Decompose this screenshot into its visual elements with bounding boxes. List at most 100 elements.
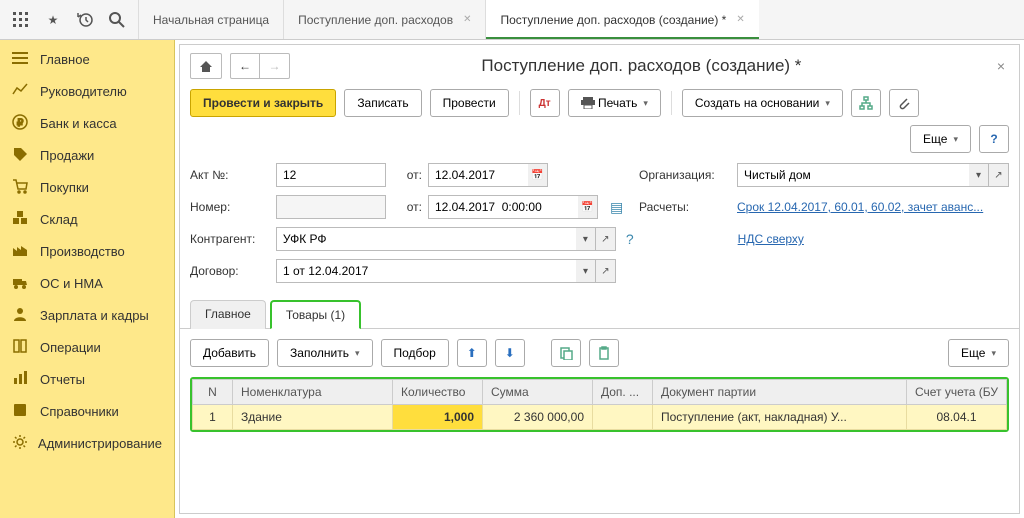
form-tabs: Главное Товары (1) (180, 299, 1019, 329)
create-on-basis-button[interactable]: Создать на основании▾ (682, 89, 843, 117)
close-icon[interactable]: ✕ (463, 14, 471, 25)
col-acct[interactable]: Счет учета (БУ (907, 380, 1007, 405)
cell-dop[interactable] (593, 405, 653, 430)
sidebar-item-operations[interactable]: Операции (0, 331, 174, 363)
sidebar-item-warehouse[interactable]: Склад (0, 203, 174, 235)
sidebar-item-sales[interactable]: Продажи (0, 139, 174, 171)
close-icon[interactable]: ✕ (736, 14, 744, 25)
top-toolbar: ★ Начальная страница Поступление доп. ра… (0, 0, 1024, 40)
organization-label: Организация: (639, 168, 729, 182)
sidebar: Главное Руководителю ₽Банк и касса Прода… (0, 40, 175, 518)
subtab-goods[interactable]: Товары (1) (270, 300, 361, 329)
post-button[interactable]: Провести (430, 89, 509, 117)
select-button[interactable]: Подбор (381, 339, 449, 367)
chart-icon (12, 82, 30, 100)
cell-sum[interactable]: 2 360 000,00 (483, 405, 593, 430)
col-nomen[interactable]: Номенклатура (233, 380, 393, 405)
cell-qty[interactable]: 1,000 (393, 405, 483, 430)
attach-button[interactable] (889, 89, 919, 117)
sidebar-item-admin[interactable]: Администрирование (0, 427, 174, 459)
movements-button[interactable]: Дт (530, 89, 560, 117)
cell-doc[interactable]: Поступление (акт, накладная) У... (653, 405, 907, 430)
calendar-icon[interactable]: 📅 (578, 195, 598, 219)
svg-text:₽: ₽ (17, 118, 24, 129)
search-icon[interactable] (108, 11, 126, 29)
factory-icon (12, 242, 30, 260)
post-and-close-button[interactable]: Провести и закрыть (190, 89, 336, 117)
sidebar-item-main[interactable]: Главное (0, 40, 174, 75)
tab-start-page[interactable]: Начальная страница (138, 0, 283, 39)
tag-icon (12, 146, 30, 164)
chevron-down-icon[interactable]: ▾ (969, 163, 989, 187)
move-up-button[interactable]: ⬆ (457, 339, 487, 367)
star-icon[interactable]: ★ (44, 11, 62, 29)
move-down-button[interactable]: ⬇ (495, 339, 525, 367)
calculations-link[interactable]: Срок 12.04.2017, 60.01, 60.02, зачет ава… (737, 200, 1009, 214)
help-icon[interactable]: ? (626, 231, 634, 247)
paste-button[interactable] (589, 339, 619, 367)
from-label-2: от: (392, 200, 422, 214)
open-icon[interactable]: ↗ (596, 227, 616, 251)
document-form: Акт №: от: 📅 Организация: ▾ ↗ (180, 163, 1019, 299)
history-icon[interactable] (76, 11, 94, 29)
save-button[interactable]: Записать (344, 89, 421, 117)
goods-table: N Номенклатура Количество Сумма Доп. ...… (190, 377, 1009, 432)
close-button[interactable]: × (993, 58, 1009, 74)
act-number-input[interactable] (276, 163, 386, 187)
calculations-label: Расчеты: (639, 200, 729, 214)
number-date-input[interactable] (428, 195, 578, 219)
tab-additional-costs[interactable]: Поступление доп. расходов✕ (283, 0, 485, 39)
goods-more-button[interactable]: Еще▾ (948, 339, 1009, 367)
table-row[interactable]: 1 Здание 1,000 2 360 000,00 Поступление … (193, 405, 1007, 430)
col-doc[interactable]: Документ партии (653, 380, 907, 405)
cell-nomen[interactable]: Здание (233, 405, 393, 430)
sidebar-item-manager[interactable]: Руководителю (0, 75, 174, 107)
sidebar-item-catalogs[interactable]: Справочники (0, 395, 174, 427)
hint-icon[interactable]: ▤ (610, 199, 623, 216)
gear-icon (12, 434, 28, 452)
sidebar-item-production[interactable]: Производство (0, 235, 174, 267)
sidebar-item-bank[interactable]: ₽Банк и касса (0, 107, 174, 139)
fill-button[interactable]: Заполнить▾ (277, 339, 372, 367)
chevron-down-icon[interactable]: ▾ (576, 259, 596, 283)
copy-button[interactable] (551, 339, 581, 367)
menu-icon (12, 50, 30, 68)
ruble-icon: ₽ (12, 114, 30, 132)
cell-acct[interactable]: 08.04.1 (907, 405, 1007, 430)
subtab-main[interactable]: Главное (190, 300, 266, 329)
sidebar-item-purchases[interactable]: Покупки (0, 171, 174, 203)
sidebar-item-assets[interactable]: ОС и НМА (0, 267, 174, 299)
col-n[interactable]: N (193, 380, 233, 405)
print-button[interactable]: Печать▾ (568, 89, 661, 117)
col-qty[interactable]: Количество (393, 380, 483, 405)
open-icon[interactable]: ↗ (596, 259, 616, 283)
cell-n[interactable]: 1 (193, 405, 233, 430)
forward-button[interactable]: → (260, 53, 290, 79)
bars-icon (12, 370, 30, 388)
apps-icon[interactable] (12, 11, 30, 29)
chevron-down-icon[interactable]: ▾ (576, 227, 596, 251)
act-date-input[interactable] (428, 163, 528, 187)
main-toolbar: Провести и закрыть Записать Провести Дт … (180, 85, 1019, 163)
home-button[interactable] (190, 53, 222, 79)
back-button[interactable]: ← (230, 53, 260, 79)
tab-additional-costs-create[interactable]: Поступление доп. расходов (создание) *✕ (485, 0, 758, 39)
counterparty-label: Контрагент: (190, 232, 270, 246)
sidebar-item-reports[interactable]: Отчеты (0, 363, 174, 395)
sidebar-item-hr[interactable]: Зарплата и кадры (0, 299, 174, 331)
col-dop[interactable]: Доп. ... (593, 380, 653, 405)
calendar-icon[interactable]: 📅 (528, 163, 548, 187)
counterparty-input[interactable] (276, 227, 576, 251)
organization-input[interactable] (737, 163, 969, 187)
open-icon[interactable]: ↗ (989, 163, 1009, 187)
add-button[interactable]: Добавить (190, 339, 269, 367)
page-title: Поступление доп. расходов (создание) * (298, 56, 985, 76)
relations-button[interactable] (851, 89, 881, 117)
more-button[interactable]: Еще▾ (910, 125, 971, 153)
help-button[interactable]: ? (979, 125, 1009, 153)
contract-input[interactable] (276, 259, 576, 283)
number-input[interactable] (276, 195, 386, 219)
col-sum[interactable]: Сумма (483, 380, 593, 405)
vat-link[interactable]: НДС сверху (738, 232, 804, 246)
number-label: Номер: (190, 200, 270, 214)
